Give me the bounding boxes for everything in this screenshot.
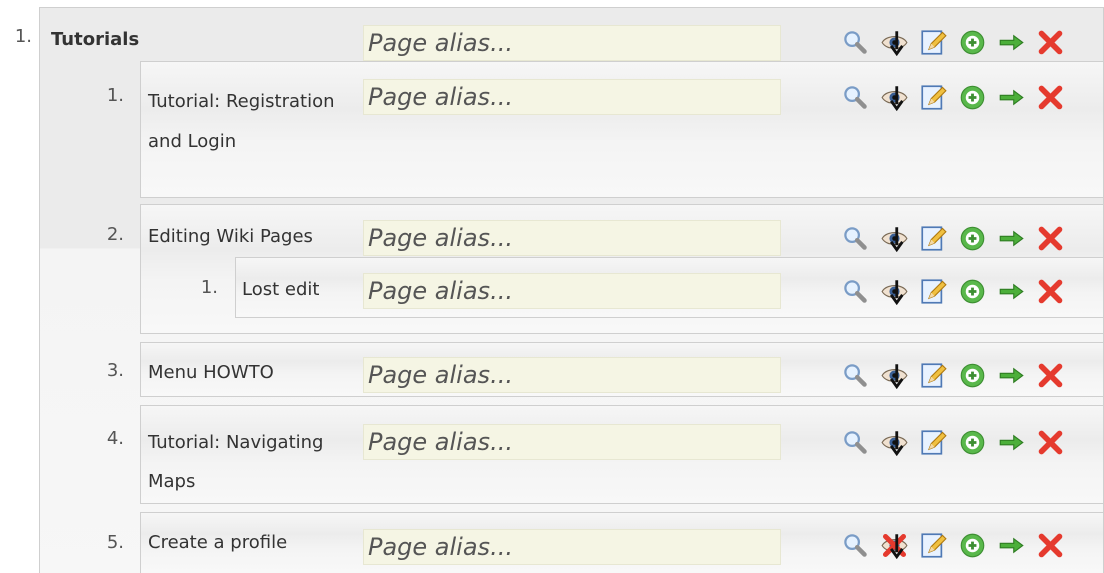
add-icon[interactable]	[959, 278, 986, 305]
item-number: 3.	[106, 360, 124, 381]
item-title[interactable]: Create a profile	[148, 527, 287, 558]
arrow-right-icon[interactable]	[998, 429, 1025, 456]
row-actions	[842, 83, 1064, 111]
item-number: 1.	[200, 277, 218, 298]
eye-icon[interactable]	[881, 84, 908, 111]
row-actions	[842, 361, 1064, 389]
add-icon[interactable]	[959, 29, 986, 56]
edit-icon[interactable]	[920, 362, 947, 389]
item-number: 5.	[106, 532, 124, 553]
page-alias-input[interactable]	[363, 529, 781, 565]
edit-icon[interactable]	[920, 29, 947, 56]
eye-hidden-icon[interactable]	[881, 532, 908, 559]
edit-icon[interactable]	[920, 532, 947, 559]
eye-icon[interactable]	[881, 225, 908, 252]
search-icon[interactable]	[842, 225, 869, 252]
arrow-right-icon[interactable]	[998, 532, 1025, 559]
arrow-right-icon[interactable]	[998, 84, 1025, 111]
arrow-right-icon[interactable]	[998, 225, 1025, 252]
row-actions	[842, 531, 1064, 559]
arrow-right-icon[interactable]	[998, 29, 1025, 56]
search-icon[interactable]	[842, 532, 869, 559]
search-icon[interactable]	[842, 84, 869, 111]
item-number: 4.	[106, 428, 124, 449]
add-icon[interactable]	[959, 429, 986, 456]
add-icon[interactable]	[959, 84, 986, 111]
delete-icon[interactable]	[1037, 429, 1064, 456]
search-icon[interactable]	[842, 429, 869, 456]
delete-icon[interactable]	[1037, 278, 1064, 305]
page-alias-input[interactable]	[363, 357, 781, 393]
item-title[interactable]: Tutorial: Registration and Login	[148, 82, 358, 162]
item-number: 1.	[106, 85, 124, 106]
row-actions	[842, 428, 1064, 456]
item-title[interactable]: Editing Wiki Pages	[148, 221, 313, 252]
item-title[interactable]: Lost edit	[242, 274, 319, 305]
edit-icon[interactable]	[920, 429, 947, 456]
item-title[interactable]: Tutorials	[51, 24, 139, 55]
eye-icon[interactable]	[881, 429, 908, 456]
search-icon[interactable]	[842, 278, 869, 305]
delete-icon[interactable]	[1037, 29, 1064, 56]
search-icon[interactable]	[842, 29, 869, 56]
arrow-right-icon[interactable]	[998, 362, 1025, 389]
add-icon[interactable]	[959, 225, 986, 252]
row-actions	[842, 277, 1064, 305]
item-title[interactable]: Menu HOWTO	[148, 357, 274, 388]
row-actions	[842, 28, 1064, 56]
eye-icon[interactable]	[881, 362, 908, 389]
page-alias-input[interactable]	[363, 220, 781, 256]
delete-icon[interactable]	[1037, 84, 1064, 111]
edit-icon[interactable]	[920, 278, 947, 305]
page-alias-input[interactable]	[363, 273, 781, 309]
delete-icon[interactable]	[1037, 225, 1064, 252]
add-icon[interactable]	[959, 532, 986, 559]
add-icon[interactable]	[959, 362, 986, 389]
row-actions	[842, 224, 1064, 252]
item-number: 2.	[106, 224, 124, 245]
delete-icon[interactable]	[1037, 362, 1064, 389]
eye-icon[interactable]	[881, 29, 908, 56]
delete-icon[interactable]	[1037, 532, 1064, 559]
page-alias-input[interactable]	[363, 79, 781, 115]
edit-icon[interactable]	[920, 84, 947, 111]
item-number: 1.	[14, 26, 32, 47]
arrow-right-icon[interactable]	[998, 278, 1025, 305]
item-title[interactable]: Tutorial: Navigating Maps	[148, 423, 358, 501]
eye-icon[interactable]	[881, 278, 908, 305]
page-alias-input[interactable]	[363, 424, 781, 460]
page-alias-input[interactable]	[363, 25, 781, 61]
search-icon[interactable]	[842, 362, 869, 389]
edit-icon[interactable]	[920, 225, 947, 252]
